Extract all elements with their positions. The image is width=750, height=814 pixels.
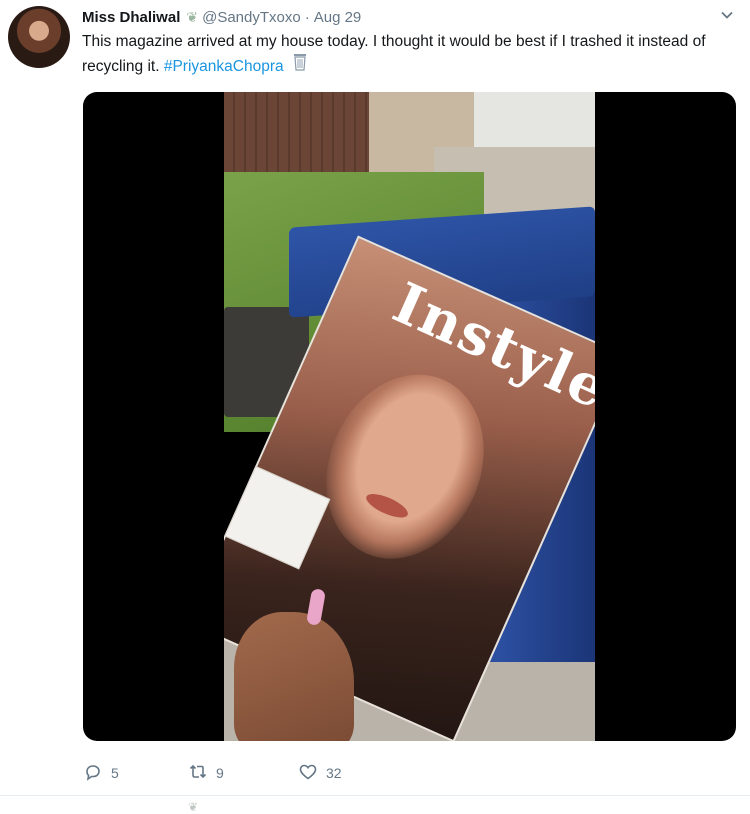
like-button[interactable]: 32 (298, 762, 398, 785)
tweet-date[interactable]: Aug 29 (314, 9, 362, 26)
like-count: 32 (326, 765, 342, 781)
photo-hand (234, 612, 354, 741)
tweet-media[interactable]: Instyle (83, 92, 736, 741)
hummingbird-emoji-icon: ❦ (186, 8, 199, 25)
tweet-actions: 5 9 32 (83, 760, 398, 786)
retweet-count: 9 (216, 765, 224, 781)
tweet-card[interactable]: Miss Dhaliwal ❦ @SandyTxoxo · Aug 29 Thi… (0, 0, 750, 800)
header-separator: · (304, 8, 310, 26)
hashtag-link[interactable]: #PriyankaChopra (164, 58, 284, 75)
next-tweet-badge-icon: ❦ (188, 800, 199, 814)
tweet-header: Miss Dhaliwal ❦ @SandyTxoxo · Aug 29 (82, 6, 740, 28)
tweet-photo[interactable]: Instyle (224, 92, 595, 741)
magazine-cover-face (297, 349, 513, 584)
heart-icon (298, 762, 318, 785)
wastebasket-emoji-icon (292, 53, 308, 78)
magazine-address-label (224, 465, 331, 570)
reply-count: 5 (111, 765, 119, 781)
author-handle[interactable]: @SandyTxoxo (202, 9, 301, 26)
retweet-icon (188, 762, 208, 785)
reply-icon (83, 762, 103, 785)
tweet-text: This magazine arrived at my house today.… (82, 30, 742, 78)
chevron-down-icon[interactable] (720, 8, 734, 22)
tweet-divider (0, 795, 750, 796)
author-display-name[interactable]: Miss Dhaliwal (82, 9, 180, 26)
reply-button[interactable]: 5 (83, 762, 183, 785)
retweet-button[interactable]: 9 (188, 762, 293, 785)
avatar[interactable] (8, 6, 70, 68)
photo-garage (474, 92, 595, 147)
